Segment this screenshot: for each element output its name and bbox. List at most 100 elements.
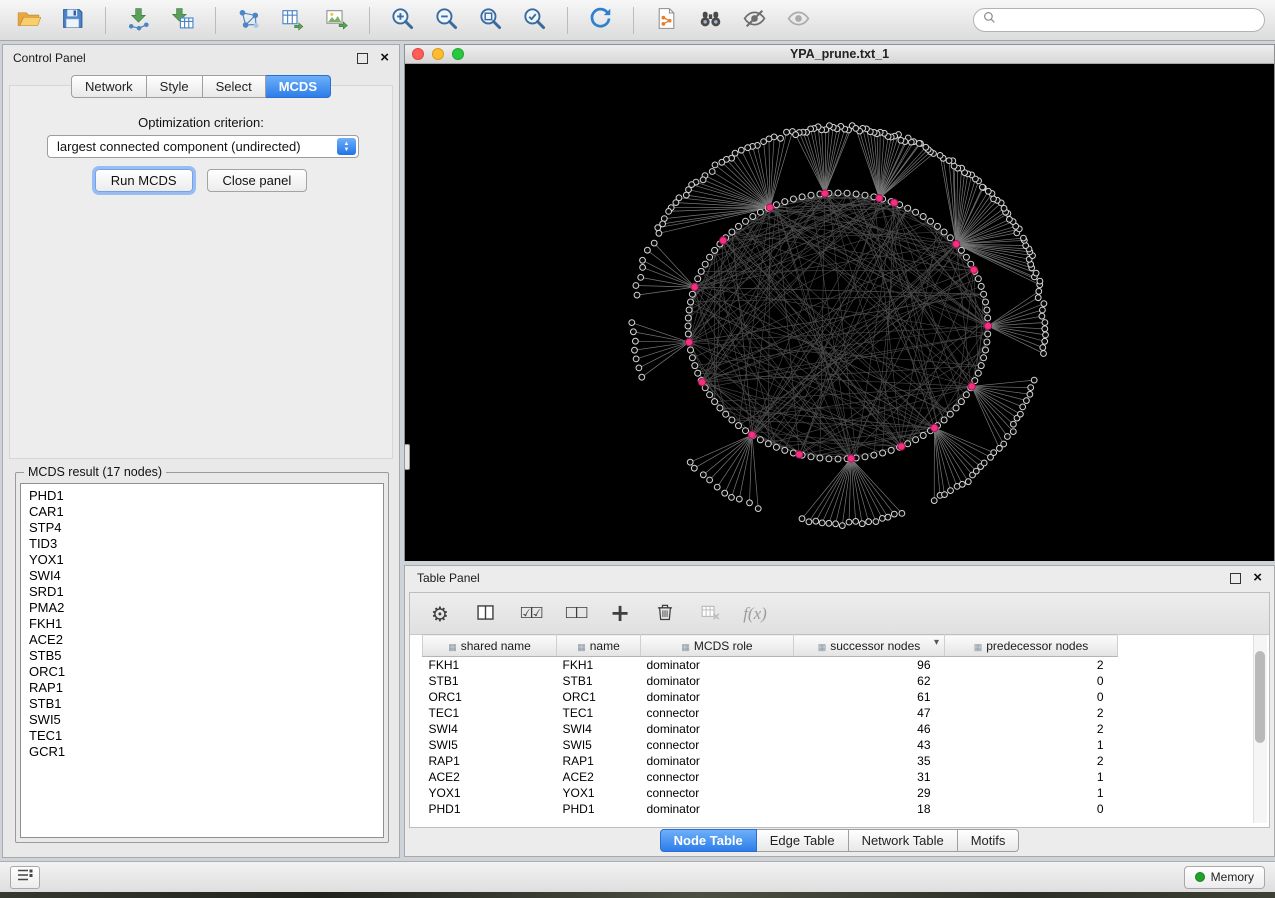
mcds-result-item[interactable]: SRD1 xyxy=(21,584,383,600)
network-canvas[interactable] xyxy=(405,64,1274,561)
table-settings-button[interactable]: ⚙ xyxy=(426,598,454,630)
mcds-result-item[interactable]: STB5 xyxy=(21,648,383,664)
zoom-selected-button[interactable] xyxy=(516,4,553,37)
close-table-panel-icon[interactable]: × xyxy=(1253,572,1262,584)
new-network-button[interactable] xyxy=(230,4,267,37)
zoom-out-button[interactable] xyxy=(428,4,465,37)
cell-successor-nodes[interactable]: 43 xyxy=(794,737,945,753)
tab-network-table[interactable]: Network Table xyxy=(849,829,958,852)
refresh-network-button[interactable] xyxy=(582,4,619,37)
table-row[interactable]: SWI5SWI5connector431 xyxy=(423,737,1254,753)
optimization-select[interactable]: largest connected component (undirected)… xyxy=(47,135,359,158)
mcds-result-item[interactable]: PHD1 xyxy=(21,488,383,504)
cell-shared-name[interactable]: YOX1 xyxy=(423,785,557,801)
cell-mcds-role[interactable]: connector xyxy=(641,737,794,753)
mcds-result-item[interactable]: ACE2 xyxy=(21,632,383,648)
close-window-icon[interactable] xyxy=(412,48,424,60)
maximize-window-icon[interactable] xyxy=(452,48,464,60)
cell-predecessor-nodes[interactable]: 0 xyxy=(945,689,1118,705)
column-header-predecessor-nodes[interactable]: ▦predecessor nodes xyxy=(945,635,1118,657)
mcds-result-item[interactable]: GCR1 xyxy=(21,744,383,760)
cell-shared-name[interactable]: STB1 xyxy=(423,673,557,689)
mcds-result-item[interactable]: ORC1 xyxy=(21,664,383,680)
column-header-mcds-role[interactable]: ▦MCDS role xyxy=(641,635,794,657)
cell-successor-nodes[interactable]: 31 xyxy=(794,769,945,785)
mcds-result-item[interactable]: CAR1 xyxy=(21,504,383,520)
cell-name[interactable]: SWI4 xyxy=(557,721,641,737)
mcds-result-item[interactable]: SWI4 xyxy=(21,568,383,584)
mcds-result-item[interactable]: PMA2 xyxy=(21,600,383,616)
tab-edge-table[interactable]: Edge Table xyxy=(757,829,849,852)
cell-name[interactable]: YOX1 xyxy=(557,785,641,801)
cell-name[interactable]: ORC1 xyxy=(557,689,641,705)
cell-successor-nodes[interactable]: 29 xyxy=(794,785,945,801)
tab-style[interactable]: Style xyxy=(147,75,203,98)
table-row[interactable]: ORC1ORC1dominator610 xyxy=(423,689,1254,705)
column-header-shared-name[interactable]: ▦shared name xyxy=(423,635,557,657)
cell-successor-nodes[interactable]: 61 xyxy=(794,689,945,705)
cell-mcds-role[interactable]: dominator xyxy=(641,689,794,705)
add-column-button[interactable]: + xyxy=(606,598,634,630)
cell-predecessor-nodes[interactable]: 0 xyxy=(945,801,1118,817)
zoom-in-button[interactable] xyxy=(384,4,421,37)
show-details-button[interactable] xyxy=(780,4,817,37)
tab-motifs[interactable]: Motifs xyxy=(958,829,1020,852)
cell-predecessor-nodes[interactable]: 2 xyxy=(945,753,1118,769)
find-button[interactable] xyxy=(692,4,729,37)
cell-name[interactable]: PHD1 xyxy=(557,801,641,817)
cell-name[interactable]: FKH1 xyxy=(557,657,641,674)
cell-successor-nodes[interactable]: 35 xyxy=(794,753,945,769)
table-row[interactable]: FKH1FKH1dominator962 xyxy=(423,657,1254,674)
import-table-button[interactable] xyxy=(164,4,201,37)
share-document-button[interactable] xyxy=(648,4,685,37)
mcds-result-item[interactable]: TID3 xyxy=(21,536,383,552)
cell-mcds-role[interactable]: dominator xyxy=(641,673,794,689)
memory-button[interactable]: Memory xyxy=(1184,866,1265,889)
cell-predecessor-nodes[interactable]: 1 xyxy=(945,769,1118,785)
tab-select[interactable]: Select xyxy=(203,75,266,98)
cell-name[interactable]: STB1 xyxy=(557,673,641,689)
import-network-button[interactable] xyxy=(120,4,157,37)
cell-predecessor-nodes[interactable]: 1 xyxy=(945,785,1118,801)
cell-mcds-role[interactable]: dominator xyxy=(641,721,794,737)
table-row[interactable]: STB1STB1dominator620 xyxy=(423,673,1254,689)
save-session-button[interactable] xyxy=(54,4,91,37)
select-all-rows-button[interactable]: ☑☑ xyxy=(516,598,544,630)
mcds-result-item[interactable]: TEC1 xyxy=(21,728,383,744)
cell-successor-nodes[interactable]: 47 xyxy=(794,705,945,721)
cell-shared-name[interactable]: FKH1 xyxy=(423,657,557,674)
export-table-button[interactable] xyxy=(274,4,311,37)
cell-shared-name[interactable]: SWI4 xyxy=(423,721,557,737)
cell-mcds-role[interactable]: dominator xyxy=(641,657,794,674)
table-row[interactable]: ACE2ACE2connector311 xyxy=(423,769,1254,785)
cell-shared-name[interactable]: RAP1 xyxy=(423,753,557,769)
column-header-successor-nodes[interactable]: ▦successor nodes▾ xyxy=(794,635,945,657)
cell-shared-name[interactable]: SWI5 xyxy=(423,737,557,753)
cell-mcds-role[interactable]: connector xyxy=(641,769,794,785)
close-panel-icon[interactable]: × xyxy=(380,52,389,64)
cell-shared-name[interactable]: ORC1 xyxy=(423,689,557,705)
search-box[interactable] xyxy=(973,8,1265,32)
cell-mcds-role[interactable]: connector xyxy=(641,785,794,801)
table-row[interactable]: PHD1PHD1dominator180 xyxy=(423,801,1254,817)
mcds-result-item[interactable]: FKH1 xyxy=(21,616,383,632)
deselect-all-rows-button[interactable]: ☐☐ xyxy=(561,598,589,630)
cell-mcds-role[interactable]: connector xyxy=(641,705,794,721)
tab-mcds[interactable]: MCDS xyxy=(266,75,331,98)
table-row[interactable]: TEC1TEC1connector472 xyxy=(423,705,1254,721)
open-file-button[interactable] xyxy=(10,4,47,37)
splitter-handle[interactable] xyxy=(404,444,410,470)
column-header-name[interactable]: ▦name xyxy=(557,635,641,657)
search-input[interactable] xyxy=(1002,12,1255,28)
cell-shared-name[interactable]: TEC1 xyxy=(423,705,557,721)
cell-predecessor-nodes[interactable]: 2 xyxy=(945,721,1118,737)
cell-successor-nodes[interactable]: 46 xyxy=(794,721,945,737)
delete-column-button[interactable] xyxy=(651,598,679,630)
mcds-result-list[interactable]: PHD1CAR1STP4TID3YOX1SWI4SRD1PMA2FKH1ACE2… xyxy=(20,483,384,838)
show-columns-button[interactable] xyxy=(471,598,499,630)
hide-details-button[interactable] xyxy=(736,4,773,37)
show-panels-button[interactable] xyxy=(10,866,40,889)
tab-node-table[interactable]: Node Table xyxy=(660,829,757,852)
table-scrollbar[interactable] xyxy=(1253,635,1267,823)
cell-name[interactable]: TEC1 xyxy=(557,705,641,721)
